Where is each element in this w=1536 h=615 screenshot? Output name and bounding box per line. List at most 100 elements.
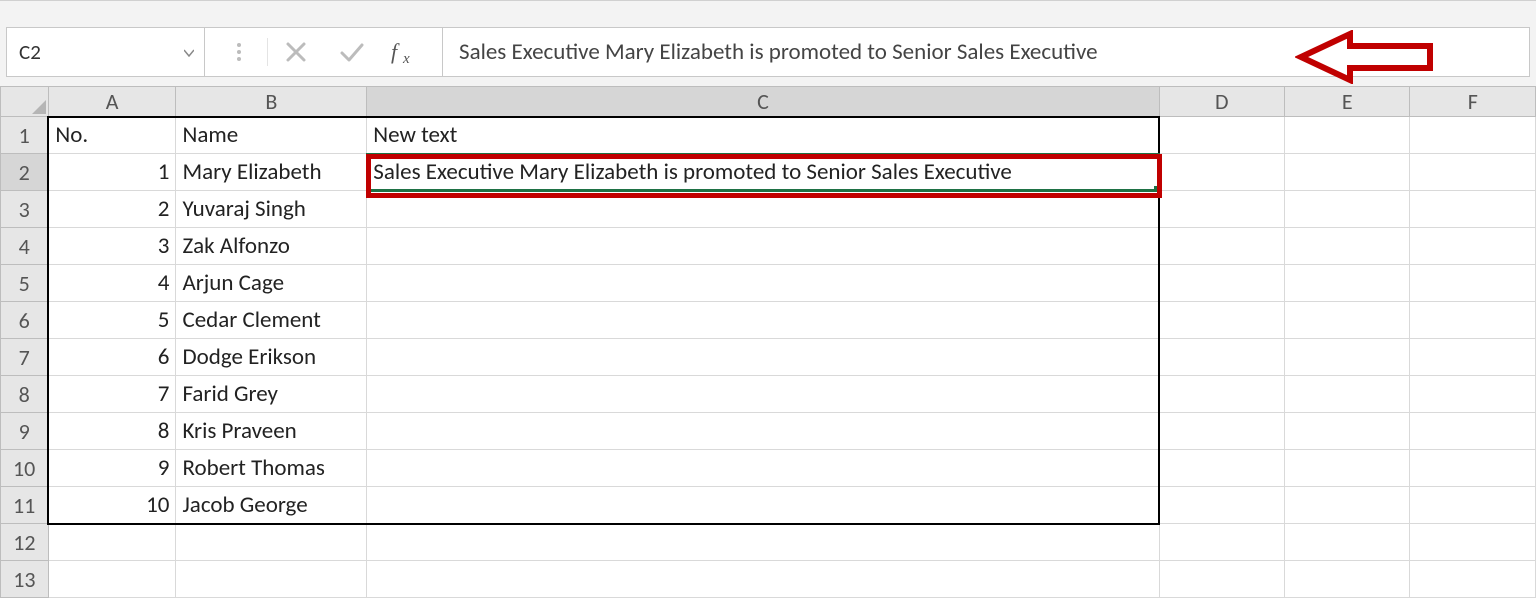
cell-C10[interactable]	[367, 450, 1159, 487]
cell-F12[interactable]	[1410, 524, 1536, 561]
cell-F11[interactable]	[1410, 487, 1536, 524]
cell-E13[interactable]	[1285, 561, 1410, 598]
cell-F6[interactable]	[1410, 302, 1536, 339]
cell-D4[interactable]	[1159, 228, 1284, 265]
cell-B9[interactable]: Kris Praveen	[176, 413, 367, 450]
formula-input[interactable]	[457, 37, 1515, 67]
cell-D11[interactable]	[1159, 487, 1284, 524]
cell-C3[interactable]	[367, 191, 1159, 228]
cell-B7[interactable]: Dodge Erikson	[176, 339, 367, 376]
cell-D13[interactable]	[1159, 561, 1284, 598]
cell-B5[interactable]: Arjun Cage	[176, 265, 367, 302]
name-box-input[interactable]	[17, 38, 178, 66]
cell-A8[interactable]: 7	[48, 376, 176, 413]
cell-E5[interactable]	[1285, 265, 1410, 302]
cell-E9[interactable]	[1285, 413, 1410, 450]
cell-A2[interactable]: 1	[48, 154, 176, 191]
cell-B13[interactable]	[176, 561, 367, 598]
cell-F3[interactable]	[1410, 191, 1536, 228]
col-header-F[interactable]: F	[1410, 87, 1536, 117]
fx-icon[interactable]: f x	[380, 28, 436, 76]
cell-E6[interactable]	[1285, 302, 1410, 339]
col-header-B[interactable]: B	[176, 87, 367, 117]
row-header[interactable]: 2	[1, 154, 49, 191]
cell-E10[interactable]	[1285, 450, 1410, 487]
cell-F9[interactable]	[1410, 413, 1536, 450]
col-header-C[interactable]: C	[367, 87, 1159, 117]
cell-C1[interactable]: New text	[367, 117, 1159, 154]
cell-F5[interactable]	[1410, 265, 1536, 302]
select-all-corner[interactable]	[1, 87, 49, 117]
cell-A6[interactable]: 5	[48, 302, 176, 339]
cell-C8[interactable]	[367, 376, 1159, 413]
cell-B8[interactable]: Farid Grey	[176, 376, 367, 413]
cell-D5[interactable]	[1159, 265, 1284, 302]
row-header[interactable]: 5	[1, 265, 49, 302]
cell-C9[interactable]	[367, 413, 1159, 450]
cell-E8[interactable]	[1285, 376, 1410, 413]
cell-D1[interactable]	[1159, 117, 1284, 154]
row-header[interactable]: 8	[1, 376, 49, 413]
row-header[interactable]: 1	[1, 117, 49, 154]
col-header-D[interactable]: D	[1159, 87, 1284, 117]
cell-F8[interactable]	[1410, 376, 1536, 413]
cell-A9[interactable]: 8	[48, 413, 176, 450]
cell-C12[interactable]	[367, 524, 1159, 561]
cancel-icon[interactable]	[268, 28, 324, 76]
cell-D6[interactable]	[1159, 302, 1284, 339]
cell-A12[interactable]	[48, 524, 176, 561]
cell-C11[interactable]	[367, 487, 1159, 524]
cell-D12[interactable]	[1159, 524, 1284, 561]
cell-C6[interactable]	[367, 302, 1159, 339]
row-header[interactable]: 4	[1, 228, 49, 265]
cell-B3[interactable]: Yuvaraj Singh	[176, 191, 367, 228]
cell-C4[interactable]	[367, 228, 1159, 265]
cell-B6[interactable]: Cedar Clement	[176, 302, 367, 339]
worksheet-grid[interactable]: A B C D E F 1 No. Name New text 2 1 Mar	[0, 86, 1536, 615]
cell-F1[interactable]	[1410, 117, 1536, 154]
cell-F7[interactable]	[1410, 339, 1536, 376]
row-header[interactable]: 9	[1, 413, 49, 450]
cell-A7[interactable]: 6	[48, 339, 176, 376]
row-header[interactable]: 6	[1, 302, 49, 339]
cell-C2[interactable]: Sales Executive Mary Elizabeth is promot…	[367, 154, 1159, 191]
cell-E2[interactable]	[1285, 154, 1410, 191]
cell-D9[interactable]	[1159, 413, 1284, 450]
cell-E4[interactable]	[1285, 228, 1410, 265]
row-header[interactable]: 3	[1, 191, 49, 228]
cell-B12[interactable]	[176, 524, 367, 561]
name-box[interactable]	[7, 28, 205, 76]
cell-D7[interactable]	[1159, 339, 1284, 376]
cell-A11[interactable]: 10	[48, 487, 176, 524]
formula-input-area[interactable]	[443, 28, 1529, 76]
cell-A10[interactable]: 9	[48, 450, 176, 487]
cell-A13[interactable]	[48, 561, 176, 598]
cell-B2[interactable]: Mary Elizabeth	[176, 154, 367, 191]
cell-A5[interactable]: 4	[48, 265, 176, 302]
row-header[interactable]: 7	[1, 339, 49, 376]
row-header[interactable]: 12	[1, 524, 49, 561]
cell-B1[interactable]: Name	[176, 117, 367, 154]
name-box-dropdown-icon[interactable]	[178, 44, 194, 61]
cell-C5[interactable]	[367, 265, 1159, 302]
cell-E1[interactable]	[1285, 117, 1410, 154]
cell-B10[interactable]: Robert Thomas	[176, 450, 367, 487]
cell-C7[interactable]	[367, 339, 1159, 376]
row-header[interactable]: 11	[1, 487, 49, 524]
row-header[interactable]: 10	[1, 450, 49, 487]
cell-D3[interactable]	[1159, 191, 1284, 228]
enter-icon[interactable]	[324, 28, 380, 76]
cell-F4[interactable]	[1410, 228, 1536, 265]
cell-D8[interactable]	[1159, 376, 1284, 413]
cell-D10[interactable]	[1159, 450, 1284, 487]
cell-A1[interactable]: No.	[48, 117, 176, 154]
cell-A3[interactable]: 2	[48, 191, 176, 228]
cell-B11[interactable]: Jacob George	[176, 487, 367, 524]
cell-F13[interactable]	[1410, 561, 1536, 598]
cell-A4[interactable]: 3	[48, 228, 176, 265]
cell-D2[interactable]	[1159, 154, 1284, 191]
cell-F2[interactable]	[1410, 154, 1536, 191]
cell-B4[interactable]: Zak Alfonzo	[176, 228, 367, 265]
cell-C13[interactable]	[367, 561, 1159, 598]
col-header-A[interactable]: A	[48, 87, 176, 117]
